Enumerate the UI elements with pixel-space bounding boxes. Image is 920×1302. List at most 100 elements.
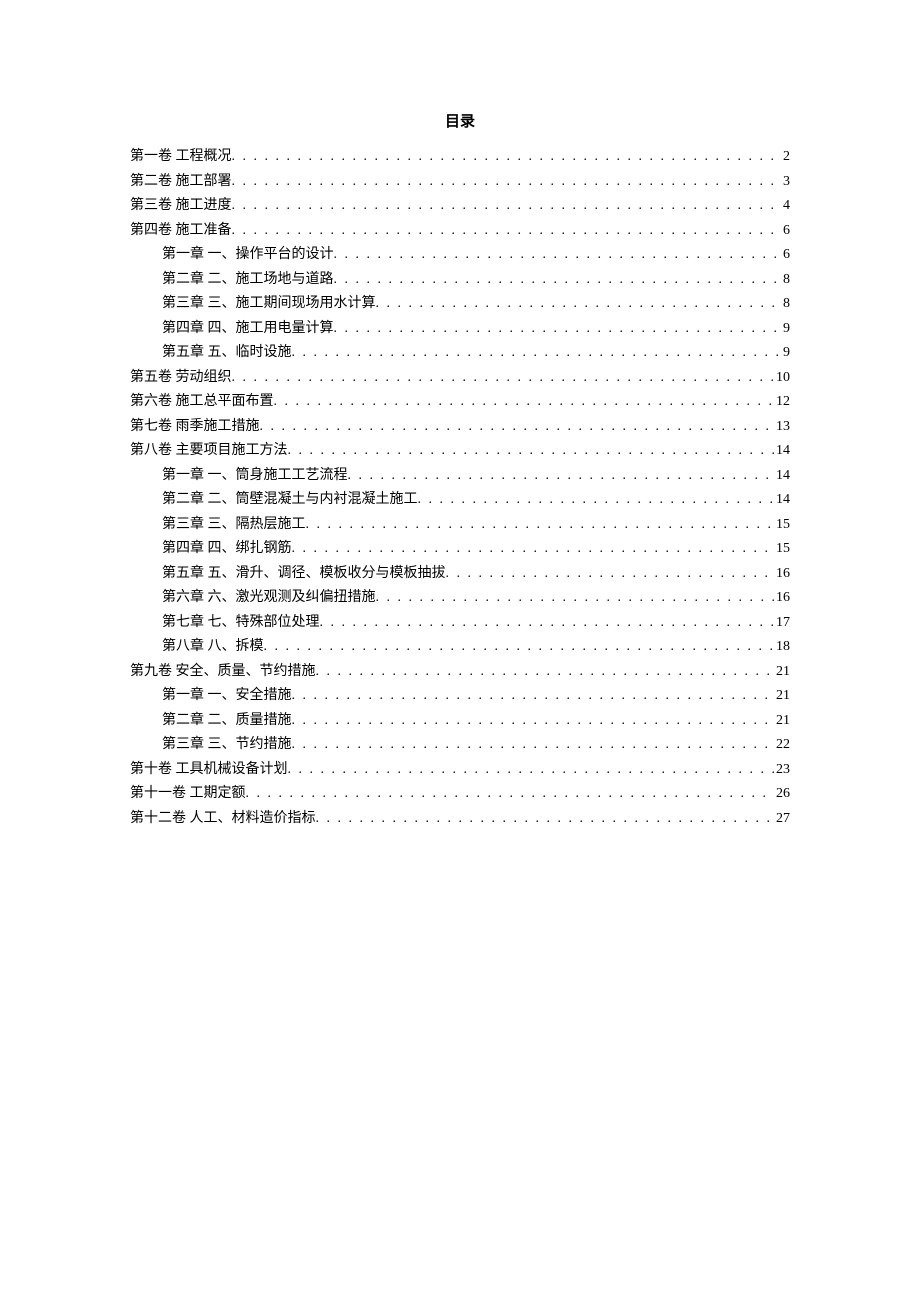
toc-entry-label: 第四章 四、绑扎钢筋 <box>162 537 292 562</box>
toc-entry-label: 第二章 二、质量措施 <box>162 709 292 734</box>
toc-entry-label: 第二卷 施工部署 <box>130 170 232 195</box>
toc-entry-leader <box>446 562 775 587</box>
toc-entry: 第一卷 工程概况 2 <box>130 145 790 170</box>
toc-entry-leader <box>320 611 775 636</box>
toc-entry-label: 第八章 八、拆模 <box>162 635 264 660</box>
toc-entry: 第三章 三、施工期间现场用水计算8 <box>130 292 790 317</box>
toc-entry-label: 第四卷 施工准备 <box>130 219 232 244</box>
toc-entry-leader <box>292 341 782 366</box>
toc-entry-page: 14 <box>774 464 790 489</box>
toc-entry-leader <box>288 439 775 464</box>
toc-entry: 第三卷 施工进度 4 <box>130 194 790 219</box>
toc-entry-leader <box>316 807 775 832</box>
toc-entry-leader <box>274 390 775 415</box>
toc-entry-page: 18 <box>774 635 790 660</box>
toc-entry: 第二章 二、筒壁混凝土与内衬混凝土施工 14 <box>130 488 790 513</box>
toc-entry-leader <box>292 537 775 562</box>
toc-entry-page: 13 <box>774 415 790 440</box>
toc-entry-page: 22 <box>774 733 790 758</box>
toc-entry-label: 第五章 五、滑升、调径、模板收分与模板抽拔 <box>162 562 446 587</box>
toc-entry-label: 第六卷 施工总平面布置 <box>130 390 274 415</box>
toc-entry-label: 第七章 七、特殊部位处理 <box>162 611 320 636</box>
toc-entry: 第八卷 主要项目施工方法 14 <box>130 439 790 464</box>
toc-entry: 第三章 三、隔热层施工 15 <box>130 513 790 538</box>
toc-entry-page: 3 <box>781 170 790 195</box>
toc-entry-leader <box>292 733 775 758</box>
toc-entry: 第四章 四、施工用电量计算 9 <box>130 317 790 342</box>
toc-entry-label: 第九卷 安全、质量、节约措施 <box>130 660 316 685</box>
toc-entry-leader <box>232 219 782 244</box>
toc-entry: 第二章 二、施工场地与道路8 <box>130 268 790 293</box>
toc-entry-page: 16 <box>774 586 790 611</box>
toc-entry-label: 第三章 三、节约措施 <box>162 733 292 758</box>
toc-entry-leader <box>232 366 775 391</box>
toc-entry-label: 第十二卷 人工、材料造价指标 <box>130 807 316 832</box>
toc-title: 目录 <box>130 110 790 131</box>
toc-entry: 第十二卷 人工、材料造价指标 27 <box>130 807 790 832</box>
toc-entry: 第九卷 安全、质量、节约措施21 <box>130 660 790 685</box>
toc-entry-leader <box>292 709 775 734</box>
toc-entry-page: 17 <box>774 611 790 636</box>
toc-entry-label: 第四章 四、施工用电量计算 <box>162 317 334 342</box>
toc-entry-page: 21 <box>774 684 790 709</box>
toc-entry: 第三章 三、节约措施 22 <box>130 733 790 758</box>
toc-entry: 第四卷 施工准备 6 <box>130 219 790 244</box>
toc-entry-leader <box>232 194 782 219</box>
toc-entry-label: 第二章 二、筒壁混凝土与内衬混凝土施工 <box>162 488 418 513</box>
toc-entry-page: 15 <box>774 537 790 562</box>
toc-entry-page: 6 <box>781 219 790 244</box>
toc-entry: 第二章 二、质量措施 21 <box>130 709 790 734</box>
toc-entry: 第二卷 施工部署 3 <box>130 170 790 195</box>
toc-entry-page: 16 <box>774 562 790 587</box>
toc-entry-page: 27 <box>774 807 790 832</box>
toc-entry-label: 第二章 二、施工场地与道路 <box>162 268 334 293</box>
toc-entry-leader <box>260 415 775 440</box>
toc-entry-page: 21 <box>774 709 790 734</box>
toc-entry-page: 9 <box>781 317 790 342</box>
toc-entry-page: 4 <box>781 194 790 219</box>
toc-entry-page: 9 <box>781 341 790 366</box>
toc-entry: 第七卷 雨季施工措施 13 <box>130 415 790 440</box>
toc-entry-leader <box>246 782 775 807</box>
toc-entry-page: 23 <box>774 758 790 783</box>
toc-entry-label: 第一卷 工程概况 <box>130 145 232 170</box>
toc-entry-page: 14 <box>774 488 790 513</box>
toc-entry: 第六章 六、激光观测及纠偏扭措施 16 <box>130 586 790 611</box>
toc-entry-leader <box>316 660 775 685</box>
toc-entry-label: 第一章 一、操作平台的设计 <box>162 243 334 268</box>
toc-entry-leader <box>376 292 782 317</box>
toc-entry-label: 第五章 五、临时设施 <box>162 341 292 366</box>
toc-entry-label: 第三卷 施工进度 <box>130 194 232 219</box>
toc-entry: 第五卷 劳动组织 10 <box>130 366 790 391</box>
toc-entry-leader <box>376 586 775 611</box>
toc-entry-leader <box>232 170 782 195</box>
toc-entry: 第一章 一、筒身施工工艺流程 14 <box>130 464 790 489</box>
toc-entry-leader <box>334 317 782 342</box>
toc-entry-label: 第三章 三、隔热层施工 <box>162 513 306 538</box>
toc-entry-label: 第八卷 主要项目施工方法 <box>130 439 288 464</box>
toc-entry-page: 6 <box>781 243 790 268</box>
toc-entry-leader <box>418 488 775 513</box>
toc-entry-page: 10 <box>774 366 790 391</box>
toc-entry-page: 14 <box>774 439 790 464</box>
toc-entry-leader <box>306 513 775 538</box>
toc-entry-label: 第五卷 劳动组织 <box>130 366 232 391</box>
toc-entry-label: 第一章 一、安全措施 <box>162 684 292 709</box>
toc-entry-leader <box>334 268 782 293</box>
toc-entry: 第六卷 施工总平面布置12 <box>130 390 790 415</box>
toc-entry-page: 26 <box>774 782 790 807</box>
toc-entry-label: 第七卷 雨季施工措施 <box>130 415 260 440</box>
toc-entry: 第一章 一、安全措施 21 <box>130 684 790 709</box>
toc-entry: 第八章 八、拆模 18 <box>130 635 790 660</box>
toc-entry-label: 第一章 一、筒身施工工艺流程 <box>162 464 348 489</box>
toc-entry: 第七章 七、特殊部位处理 17 <box>130 611 790 636</box>
toc-entry-page: 15 <box>774 513 790 538</box>
toc-entry-page: 2 <box>781 145 790 170</box>
toc-entry: 第十一卷 工期定额26 <box>130 782 790 807</box>
toc-container: 第一卷 工程概况2第二卷 施工部署3第三卷 施工进度4第四卷 施工准备6第一章 … <box>130 145 790 831</box>
toc-entry-leader <box>288 758 775 783</box>
toc-entry-leader <box>232 145 782 170</box>
toc-entry-label: 第三章 三、施工期间现场用水计算 <box>162 292 376 317</box>
toc-entry: 第一章 一、操作平台的设计 6 <box>130 243 790 268</box>
toc-entry-label: 第六章 六、激光观测及纠偏扭措施 <box>162 586 376 611</box>
